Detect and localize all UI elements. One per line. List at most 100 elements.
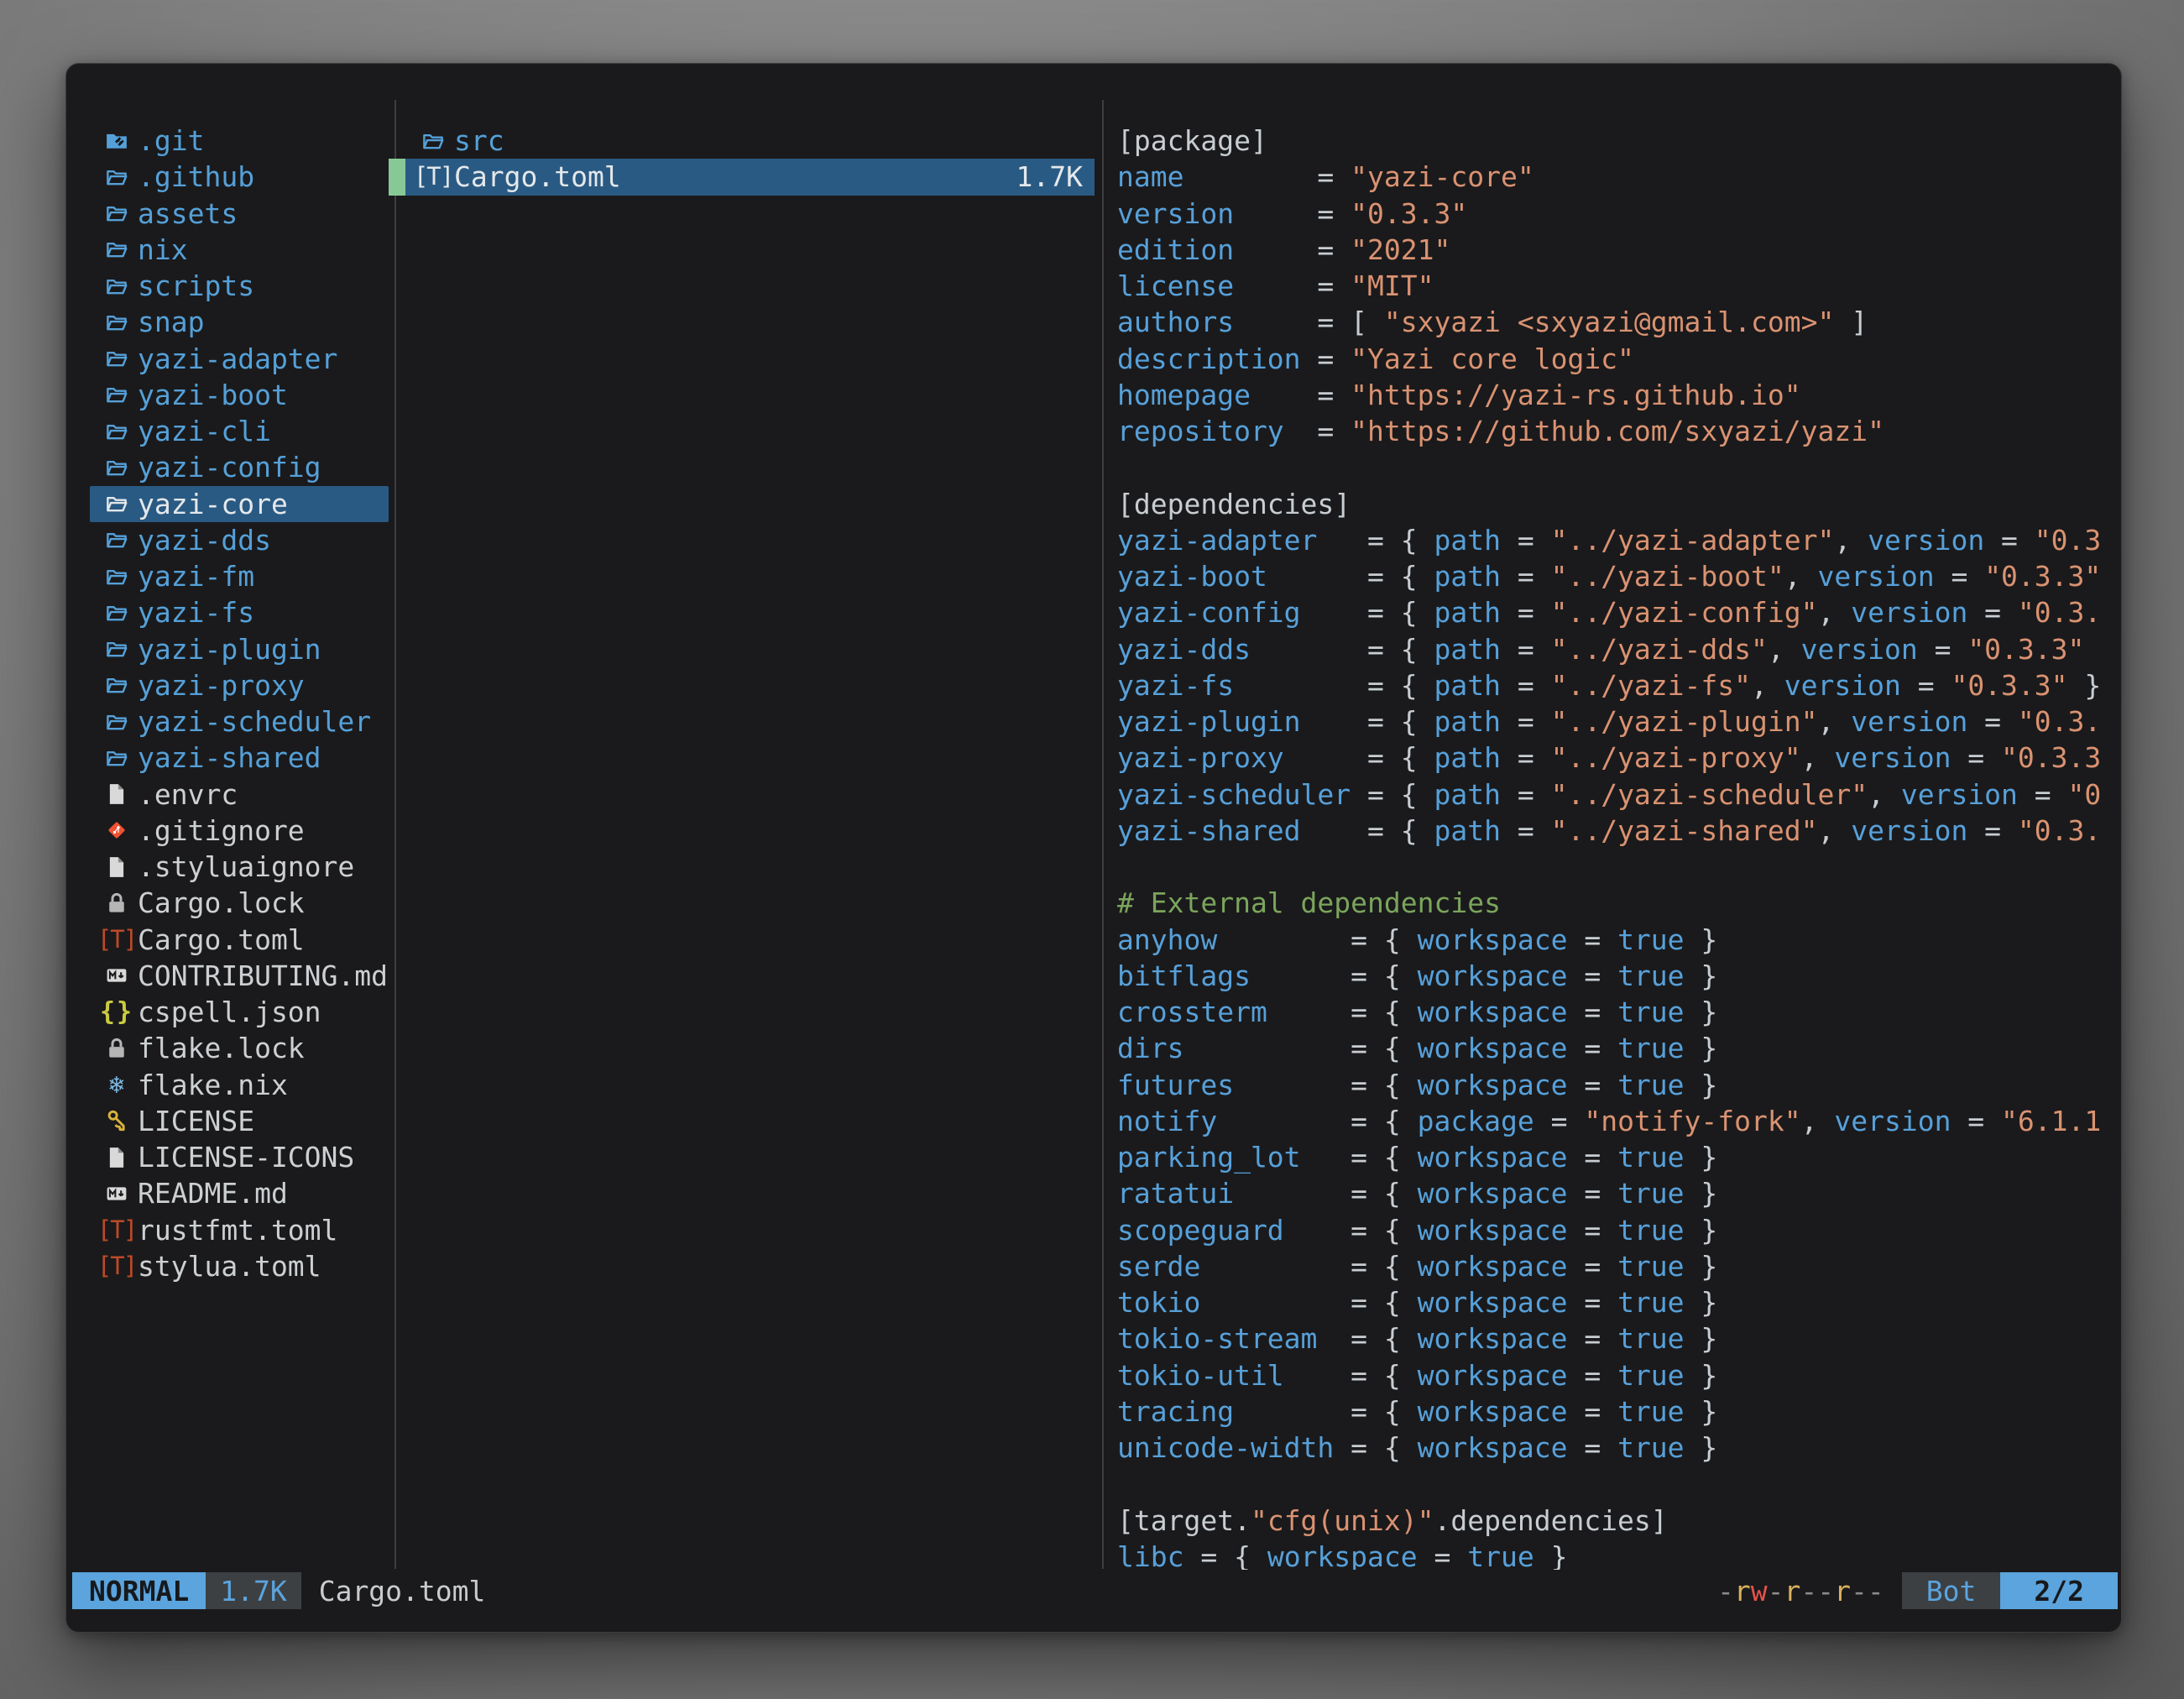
toml-icon: [T] xyxy=(104,1252,129,1280)
folder-row-yazi-fm[interactable]: yazi-fm xyxy=(90,558,389,594)
folder-row-git[interactable]: .git xyxy=(90,123,389,159)
folder-icon xyxy=(104,671,129,699)
preview-line: tracing = { workspace = true } xyxy=(1117,1393,2111,1430)
item-label: LICENSE-ICONS xyxy=(138,1139,354,1175)
item-label: assets xyxy=(138,196,238,232)
folder-icon xyxy=(104,308,129,337)
preview-line: [dependencies] xyxy=(1117,486,2111,522)
folder-row-yazi-proxy[interactable]: yazi-proxy xyxy=(90,667,389,703)
status-bar-right: -rw-r--r-- Bot 2/2 xyxy=(1717,1572,2118,1609)
preview-line: anyhow = { workspace = true } xyxy=(1117,922,2111,958)
preview-line: yazi-proxy = { path = "../yazi-proxy", v… xyxy=(1117,740,2111,776)
item-label: .envrc xyxy=(138,776,238,813)
preview-line: ratatui = { workspace = true } xyxy=(1117,1175,2111,1211)
file-icon xyxy=(104,780,129,808)
item-label: flake.nix xyxy=(138,1067,288,1103)
preview-line: yazi-plugin = { path = "../yazi-plugin",… xyxy=(1117,703,2111,740)
folder-row-assets[interactable]: assets xyxy=(90,196,389,232)
file-row-cargolock[interactable]: Cargo.lock xyxy=(90,885,389,921)
file-row-readmemd[interactable]: README.md xyxy=(90,1175,389,1211)
item-label: LICENSE xyxy=(138,1103,254,1139)
file-row-cargotoml[interactable]: [T] Cargo.toml xyxy=(90,922,389,958)
folder-row-scripts[interactable]: scripts xyxy=(90,268,389,304)
folder-icon xyxy=(104,562,129,591)
preview-line: bitflags = { workspace = true } xyxy=(1117,958,2111,994)
folder-row-yazi-config[interactable]: yazi-config xyxy=(90,449,389,485)
key-icon xyxy=(104,1106,129,1135)
snowflake-icon: ❄ xyxy=(104,1070,129,1099)
folder-row-yazi-boot[interactable]: yazi-boot xyxy=(90,377,389,413)
item-label: src xyxy=(454,123,504,159)
preview-line: # External dependencies xyxy=(1117,885,2111,921)
preview-line: [target."cfg(unix)".dependencies] xyxy=(1117,1503,2111,1539)
folder-row-nix[interactable]: nix xyxy=(90,232,389,268)
file-row-cargotoml[interactable]: [T]Cargo.toml1.7K xyxy=(389,159,1095,195)
file-icon xyxy=(104,1143,129,1172)
folder-icon xyxy=(104,380,129,409)
folder-row-yazi-shared[interactable]: yazi-shared xyxy=(90,740,389,776)
preview-line: yazi-shared = { path = "../yazi-shared",… xyxy=(1117,813,2111,849)
folder-icon xyxy=(104,599,129,627)
folder-row-yazi-fs[interactable]: yazi-fs xyxy=(90,594,389,630)
file-row-rustfmttoml[interactable]: [T] rustfmt.toml xyxy=(90,1212,389,1248)
folder-row-yazi-plugin[interactable]: yazi-plugin xyxy=(90,631,389,667)
item-label: Cargo.toml xyxy=(454,159,621,195)
file-size: 1.7K xyxy=(1016,159,1095,195)
folder-row-yazi-cli[interactable]: yazi-cli xyxy=(90,413,389,449)
pane-separator xyxy=(1102,100,1104,1569)
item-label: .github xyxy=(138,159,254,195)
item-label: snap xyxy=(138,304,204,340)
file-row-license[interactable]: LICENSE xyxy=(90,1103,389,1139)
toml-icon: [T] xyxy=(104,1215,129,1244)
preview-line: yazi-boot = { path = "../yazi-boot", ver… xyxy=(1117,558,2111,594)
file-row-flakenix[interactable]: ❄ flake.nix xyxy=(90,1067,389,1103)
file-row-gitignore[interactable]: .gitignore xyxy=(90,813,389,849)
item-label: yazi-scheduler xyxy=(138,703,371,740)
folder-icon xyxy=(104,272,129,301)
status-filename: Cargo.toml xyxy=(319,1575,486,1608)
mode-badge: NORMAL xyxy=(72,1572,206,1609)
folder-row-src[interactable]: src xyxy=(389,123,1095,159)
folder-row-yazi-core[interactable]: yazi-core xyxy=(90,486,389,522)
file-row-envrc[interactable]: .envrc xyxy=(90,776,389,813)
toml-icon: [T] xyxy=(104,925,129,954)
file-row-flakelock[interactable]: flake.lock xyxy=(90,1030,389,1066)
item-label: .styluaignore xyxy=(138,849,354,885)
preview-line: repository = "https://github.com/sxyazi/… xyxy=(1117,413,2111,449)
preview-line: homepage = "https://yazi-rs.github.io" xyxy=(1117,377,2111,413)
markdown-icon xyxy=(104,961,129,990)
folder-icon xyxy=(104,344,129,373)
folder-icon xyxy=(421,127,446,155)
item-label: yazi-cli xyxy=(138,413,271,449)
file-row-cspelljson[interactable]: {}cspell.json xyxy=(90,994,389,1030)
preview-line: tokio = { workspace = true } xyxy=(1117,1284,2111,1320)
file-row-contributingmd[interactable]: CONTRIBUTING.md xyxy=(90,958,389,994)
folder-row-yazi-scheduler[interactable]: yazi-scheduler xyxy=(90,703,389,740)
folder-row-github[interactable]: .github xyxy=(90,159,389,195)
item-label: nix xyxy=(138,232,188,268)
lock-icon xyxy=(104,889,129,917)
item-label: flake.lock xyxy=(138,1030,305,1066)
current-directory-pane: src[T]Cargo.toml1.7K xyxy=(389,123,1095,196)
item-label: yazi-dds xyxy=(138,522,271,558)
folder-row-yazi-adapter[interactable]: yazi-adapter xyxy=(90,341,389,377)
folder-row-yazi-dds[interactable]: yazi-dds xyxy=(90,522,389,558)
item-label: stylua.toml xyxy=(138,1248,321,1284)
folder-icon xyxy=(104,489,129,518)
folder-icon xyxy=(104,235,129,264)
markdown-icon xyxy=(104,1179,129,1208)
selection-marker xyxy=(389,159,405,195)
file-row-styluaignore[interactable]: .styluaignore xyxy=(90,849,389,885)
item-label: Cargo.toml xyxy=(138,922,305,958)
folder-row-snap[interactable]: snap xyxy=(90,304,389,340)
lock-icon xyxy=(104,1034,129,1063)
file-row-license-icons[interactable]: LICENSE-ICONS xyxy=(90,1139,389,1175)
preview-line: description = "Yazi core logic" xyxy=(1117,341,2111,377)
preview-line: license = "MIT" xyxy=(1117,268,2111,304)
item-label: rustfmt.toml xyxy=(138,1212,337,1248)
file-row-styluatoml[interactable]: [T] stylua.toml xyxy=(90,1248,389,1284)
cursor-ratio-badge: 2/2 xyxy=(2000,1572,2118,1609)
preview-line: yazi-fs = { path = "../yazi-fs", version… xyxy=(1117,667,2111,703)
preview-line: serde = { workspace = true } xyxy=(1117,1248,2111,1284)
item-label: cspell.json xyxy=(138,994,321,1030)
